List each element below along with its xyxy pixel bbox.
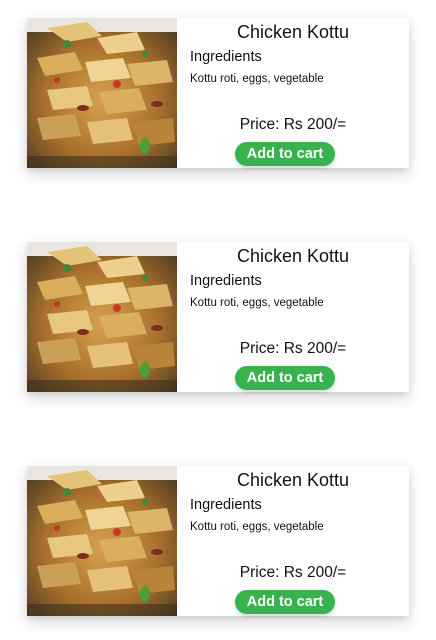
ingredients-heading: Ingredients — [190, 497, 262, 513]
ingredients-text: Kottu roti, eggs, vegetable — [190, 521, 324, 533]
ingredients-text: Kottu roti, eggs, vegetable — [190, 297, 324, 309]
product-info: Chicken Kottu Ingredients Kottu roti, eg… — [177, 466, 409, 616]
add-to-cart-button[interactable]: Add to cart — [235, 366, 335, 390]
product-price: Price: Rs 200/= — [239, 564, 347, 581]
ingredients-text: Kottu roti, eggs, vegetable — [190, 73, 324, 85]
product-info: Chicken Kottu Ingredients Kottu roti, eg… — [177, 242, 409, 392]
product-card: Chicken Kottu Ingredients Kottu roti, eg… — [27, 466, 409, 616]
product-card: Chicken Kottu Ingredients Kottu roti, eg… — [27, 18, 409, 168]
product-price: Price: Rs 200/= — [239, 116, 347, 133]
ingredients-heading: Ingredients — [190, 49, 262, 65]
product-name: Chicken Kottu — [236, 470, 350, 490]
product-info: Chicken Kottu Ingredients Kottu roti, eg… — [177, 18, 409, 168]
ingredients-heading: Ingredients — [190, 273, 262, 289]
food-image — [27, 466, 177, 616]
add-to-cart-button[interactable]: Add to cart — [235, 590, 335, 614]
product-card: Chicken Kottu Ingredients Kottu roti, eg… — [27, 242, 409, 392]
add-to-cart-button[interactable]: Add to cart — [235, 142, 335, 166]
product-price: Price: Rs 200/= — [239, 340, 347, 357]
product-name: Chicken Kottu — [236, 246, 350, 266]
food-image — [27, 242, 177, 392]
product-name: Chicken Kottu — [236, 22, 350, 42]
food-image — [27, 18, 177, 168]
